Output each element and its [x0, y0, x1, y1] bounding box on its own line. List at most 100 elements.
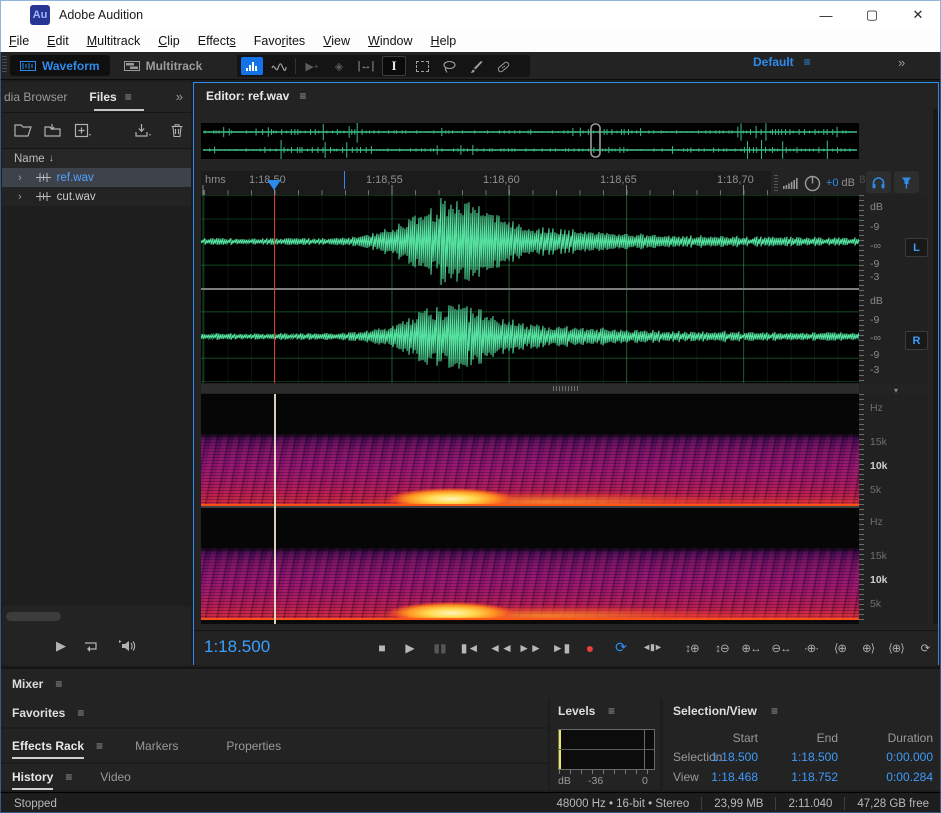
- record-button[interactable]: ●: [579, 639, 601, 656]
- new-container-icon[interactable]: [74, 123, 92, 138]
- zoom-in-left-edge-button[interactable]: ⟨⊕: [828, 639, 852, 656]
- playhead-line[interactable]: [274, 195, 275, 383]
- view-duration-value[interactable]: 0:00.284: [858, 770, 933, 784]
- pause-button[interactable]: ▮▮: [429, 639, 451, 656]
- levels-menu-icon[interactable]: ≡: [608, 704, 615, 718]
- tab-history[interactable]: History: [12, 770, 53, 784]
- overview-waveform[interactable]: [201, 123, 859, 159]
- zoom-in-right-edge-button[interactable]: ⊕⟩: [856, 639, 880, 656]
- workspace-selector[interactable]: Default ≡: [753, 55, 811, 69]
- tab-selection-view[interactable]: Selection/View: [673, 704, 757, 718]
- toolbar-overflow-button[interactable]: »: [898, 55, 905, 70]
- zoom-out-amplitude-button[interactable]: ↕⊖: [710, 639, 734, 656]
- preview-play-button[interactable]: ▶: [56, 638, 66, 654]
- stop-button[interactable]: ■: [371, 639, 393, 656]
- zoom-in-amplitude-button[interactable]: ↕⊕: [680, 639, 704, 656]
- overview-view-indicator[interactable]: [591, 124, 600, 157]
- tab-media-browser[interactable]: dia Browser: [4, 90, 67, 104]
- selection-duration-value[interactable]: 0:00.000: [858, 750, 933, 764]
- vertical-scrollbar[interactable]: [933, 109, 938, 624]
- marquee-selection-tool-button[interactable]: [411, 57, 433, 75]
- waveform-display[interactable]: [201, 195, 859, 383]
- zoom-out-time-button[interactable]: ⊖↔: [769, 639, 793, 656]
- pin-button[interactable]: [894, 171, 919, 193]
- favorites-menu-icon[interactable]: ≡: [77, 706, 84, 720]
- mixer-menu-icon[interactable]: ≡: [55, 677, 62, 691]
- selection-start-value[interactable]: 1:18.500: [703, 750, 758, 764]
- monitor-headphones-button[interactable]: [866, 171, 891, 193]
- knob-icon[interactable]: [804, 175, 821, 192]
- spot-healing-brush-tool-button[interactable]: [492, 57, 514, 75]
- view-start-value[interactable]: 1:18.468: [703, 770, 758, 784]
- skip-selection-button[interactable]: ◄▮►: [641, 639, 663, 656]
- menu-multitrack[interactable]: Multitrack: [78, 30, 150, 52]
- effects-rack-menu-icon[interactable]: ≡: [96, 739, 103, 753]
- playhead-time-display[interactable]: 1:18.500: [204, 637, 270, 657]
- trash-icon[interactable]: [170, 123, 184, 138]
- zoom-selection-center-button[interactable]: ·⊕·: [799, 639, 823, 656]
- left-channel-button[interactable]: L: [905, 238, 928, 257]
- files-panel-menu-icon[interactable]: ≡: [125, 90, 132, 104]
- multitrack-mode-button[interactable]: Multitrack: [114, 55, 213, 76]
- move-tool-button[interactable]: ▶+: [301, 57, 323, 75]
- timeline-ruler[interactable]: hms 1:18,50 1:18,55 1:18,60 1:18,65 1:18…: [201, 171, 859, 195]
- right-channel-button[interactable]: R: [905, 331, 928, 350]
- tab-mixer[interactable]: Mixer: [12, 677, 43, 691]
- file-row-cut[interactable]: › cut.wav: [2, 187, 191, 206]
- ibeam-tool-button[interactable]: I: [382, 56, 406, 76]
- history-menu-icon[interactable]: ≡: [65, 770, 72, 784]
- time-selection-tool-button[interactable]: |↔|: [355, 57, 377, 75]
- zoom-reset-button[interactable]: ⟳: [913, 639, 937, 656]
- minimize-button[interactable]: —: [803, 0, 849, 30]
- menu-file[interactable]: File: [0, 30, 38, 52]
- auto-play-icon[interactable]: [83, 639, 100, 653]
- go-to-end-button[interactable]: ►▮: [550, 639, 572, 656]
- menu-clip[interactable]: Clip: [149, 30, 189, 52]
- play-button[interactable]: ▶: [399, 639, 421, 656]
- editor-menu-icon[interactable]: ≡: [299, 89, 306, 103]
- selection-end-value[interactable]: 1:18.500: [783, 750, 838, 764]
- zoom-to-selection-button[interactable]: ⟨⊕⟩: [884, 639, 908, 656]
- fast-forward-button[interactable]: ►►: [519, 639, 541, 656]
- playhead-line-spectral[interactable]: [274, 394, 276, 624]
- selection-view-menu-icon[interactable]: ≡: [771, 704, 778, 718]
- import-file-icon[interactable]: [44, 123, 62, 138]
- loop-preview-speaker-icon[interactable]: [117, 639, 137, 653]
- view-splitter[interactable]: [201, 384, 859, 393]
- view-end-value[interactable]: 1:18.752: [783, 770, 838, 784]
- playhead-caret[interactable]: [267, 180, 281, 190]
- rewind-button[interactable]: ◄◄: [490, 639, 512, 656]
- tab-files[interactable]: Files: [89, 90, 116, 104]
- menu-effects[interactable]: Effects: [189, 30, 245, 52]
- gain-readout[interactable]: +0 dB: [826, 177, 855, 189]
- waveform-view-button[interactable]: [241, 57, 263, 75]
- widget-grip[interactable]: [774, 175, 778, 191]
- menu-edit[interactable]: Edit: [38, 30, 78, 52]
- waveform-mode-button[interactable]: Waveform: [10, 55, 110, 76]
- amplitude-scale[interactable]: dB -9 -∞ -9 -3 dB -9 -∞ -9 -3 L R: [859, 195, 927, 383]
- go-to-start-button[interactable]: ▮◄: [459, 639, 481, 656]
- menu-help[interactable]: Help: [422, 30, 466, 52]
- paintbrush-tool-button[interactable]: [465, 57, 487, 75]
- spectral-display[interactable]: [201, 394, 859, 624]
- insert-into-multitrack-icon[interactable]: [134, 123, 152, 138]
- frequency-scale[interactable]: Hz 15k 10k 5k Hz 15k 10k 5k: [859, 394, 927, 624]
- slip-tool-button[interactable]: ◈: [328, 57, 350, 75]
- files-list-header[interactable]: Name ↓: [2, 148, 191, 169]
- toolbar-grip[interactable]: [2, 56, 7, 74]
- channel-divider[interactable]: [201, 288, 859, 290]
- lasso-selection-tool-button[interactable]: [438, 57, 460, 75]
- tab-markers[interactable]: Markers: [135, 739, 178, 753]
- open-file-icon[interactable]: [14, 123, 32, 138]
- loop-playback-button[interactable]: ⟳: [610, 639, 632, 656]
- editor-title[interactable]: Editor: ref.wav: [206, 89, 289, 103]
- menu-window[interactable]: Window: [359, 30, 421, 52]
- expand-chevron-icon[interactable]: ›: [18, 172, 22, 184]
- menu-view[interactable]: View: [314, 30, 359, 52]
- menu-favorites[interactable]: Favorites: [245, 30, 314, 52]
- zoom-in-time-button[interactable]: ⊕↔: [739, 639, 763, 656]
- maximize-button[interactable]: ▢: [849, 0, 895, 30]
- tab-properties[interactable]: Properties: [226, 739, 281, 753]
- tab-favorites[interactable]: Favorites: [12, 706, 65, 720]
- files-horizontal-scrollbar[interactable]: [6, 612, 61, 621]
